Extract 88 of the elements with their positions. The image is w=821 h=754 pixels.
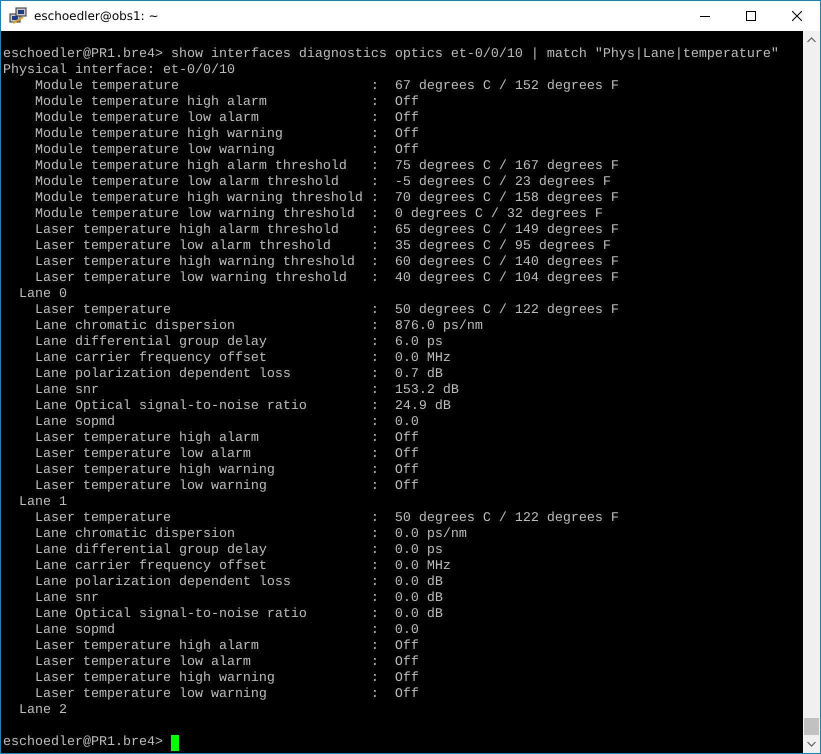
field-value: : 0 degrees C / 32 degrees F xyxy=(370,207,603,223)
field-value: : Off xyxy=(370,111,419,127)
field-label: Lane differential group delay xyxy=(34,543,268,559)
field-label: Module temperature high alarm threshold xyxy=(34,159,348,175)
field-value: : 75 degrees C / 167 degrees F xyxy=(370,159,619,175)
field-value: : Off xyxy=(370,463,419,479)
field-value: : 65 degrees C / 149 degrees F xyxy=(370,223,619,239)
field-label: Module temperature high warning threshold xyxy=(34,191,364,207)
field-label: Lane chromatic dispersion xyxy=(34,319,236,335)
command-line: eschoedler@PR1.bre4> show interfaces diagnostics optics et-0/0/10 | match "Phys|Lane|temperature" xyxy=(3,47,780,63)
field-label: Module temperature low alarm xyxy=(34,111,260,127)
field-label: Laser temperature low warning threshold xyxy=(34,271,348,287)
field-label: Laser temperature high alarm xyxy=(34,639,260,655)
field-value: : 0.0 ps xyxy=(370,543,443,559)
field-value: : -5 degrees C / 23 degrees F xyxy=(370,175,611,191)
field-label: Lane Optical signal-to-noise ratio xyxy=(34,607,308,623)
field-value: : Off xyxy=(370,127,419,143)
field-label: Lane carrier frequency offset xyxy=(34,559,268,575)
field-label: Laser temperature low alarm threshold xyxy=(34,239,332,255)
field-label: Lane snr xyxy=(34,591,100,607)
window-title: eschoedler@obs1: ~ xyxy=(34,9,160,23)
field-value: : 60 degrees C / 140 degrees F xyxy=(370,255,619,271)
field-label: Lane sopmd xyxy=(34,623,116,639)
field-value: : 0.0 dB xyxy=(370,607,443,623)
section-heading: Lane 0 xyxy=(18,287,68,303)
scroll-thumb[interactable] xyxy=(804,718,819,735)
field-value: : 0.0 ps/nm xyxy=(370,527,467,543)
field-value: : 0.0 xyxy=(370,623,419,639)
field-value: : 0.0 dB xyxy=(370,591,443,607)
field-label: Lane chromatic dispersion xyxy=(34,527,236,543)
field-value: : Off xyxy=(370,671,419,687)
field-value: : Off xyxy=(370,479,419,495)
field-value: : Off xyxy=(370,95,419,111)
scroll-up-icon[interactable] xyxy=(807,37,816,43)
field-label: Laser temperature high warning xyxy=(34,671,276,687)
field-label: Laser temperature xyxy=(34,303,172,319)
field-label: Module temperature low warning xyxy=(34,143,276,159)
field-label: Lane snr xyxy=(34,383,100,399)
field-label: Laser temperature xyxy=(34,511,172,527)
field-label: Module temperature low warning threshold xyxy=(34,207,356,223)
field-label: Laser temperature low alarm xyxy=(34,655,252,671)
field-value: : 876.0 ps/nm xyxy=(370,319,483,335)
field-label: Module temperature high warning xyxy=(34,127,284,143)
cursor xyxy=(170,735,179,751)
field-value: : Off xyxy=(370,639,419,655)
maximize-icon xyxy=(746,11,756,21)
field-value: : 67 degrees C / 152 degrees F xyxy=(370,79,619,95)
field-label: Lane polarization dependent loss xyxy=(34,575,292,591)
field-value: : Off xyxy=(370,431,419,447)
field-label: Lane Optical signal-to-noise ratio xyxy=(34,399,308,415)
field-value: : 0.0 MHz xyxy=(370,351,451,367)
section-heading: Lane 2 xyxy=(18,703,68,719)
close-icon xyxy=(792,11,802,21)
field-label: Module temperature high alarm xyxy=(34,95,268,111)
field-value: : 6.0 ps xyxy=(370,335,443,351)
computer-icon xyxy=(9,7,27,25)
field-label: Module temperature xyxy=(34,79,180,95)
field-value: : 70 degrees C / 158 degrees F xyxy=(370,191,619,207)
field-value: : Off xyxy=(370,687,419,703)
field-label: Lane sopmd xyxy=(34,415,116,431)
field-value: : 40 degrees C / 104 degrees F xyxy=(370,271,619,287)
field-value: : 0.0 dB xyxy=(370,575,443,591)
field-value: : 50 degrees C / 122 degrees F xyxy=(370,303,619,319)
field-label: Laser temperature low warning xyxy=(34,479,268,495)
field-value: : 0.0 xyxy=(370,415,419,431)
field-value: : Off xyxy=(370,447,419,463)
field-label: Lane carrier frequency offset xyxy=(34,351,268,367)
field-value: : Off xyxy=(370,143,419,159)
field-label: Laser temperature high alarm threshold xyxy=(34,223,340,239)
field-value: : 153.2 dB xyxy=(370,383,459,399)
field-label: Lane polarization dependent loss xyxy=(34,367,292,383)
field-value: : Off xyxy=(370,655,419,671)
field-value: : 0.7 dB xyxy=(370,367,443,383)
field-value: : 35 degrees C / 95 degrees F xyxy=(370,239,611,255)
field-value: : 24.9 dB xyxy=(370,399,451,415)
prompt: eschoedler@PR1.bre4> xyxy=(3,735,163,751)
field-label: Laser temperature low warning xyxy=(34,687,268,703)
field-value: : 50 degrees C / 122 degrees F xyxy=(370,511,619,527)
field-label: Laser temperature high alarm xyxy=(34,431,260,447)
field-label: Laser temperature high warning xyxy=(34,463,276,479)
scroll-down-icon[interactable] xyxy=(807,741,816,747)
section-heading: Physical interface: et-0/0/10 xyxy=(3,63,236,79)
field-label: Lane differential group delay xyxy=(34,335,268,351)
section-heading: Lane 1 xyxy=(18,495,68,511)
field-value: : 0.0 MHz xyxy=(370,559,451,575)
field-label: Module temperature low alarm threshold xyxy=(34,175,340,191)
field-label: Laser temperature high warning threshold xyxy=(34,255,356,271)
field-label: Laser temperature low alarm xyxy=(34,447,252,463)
